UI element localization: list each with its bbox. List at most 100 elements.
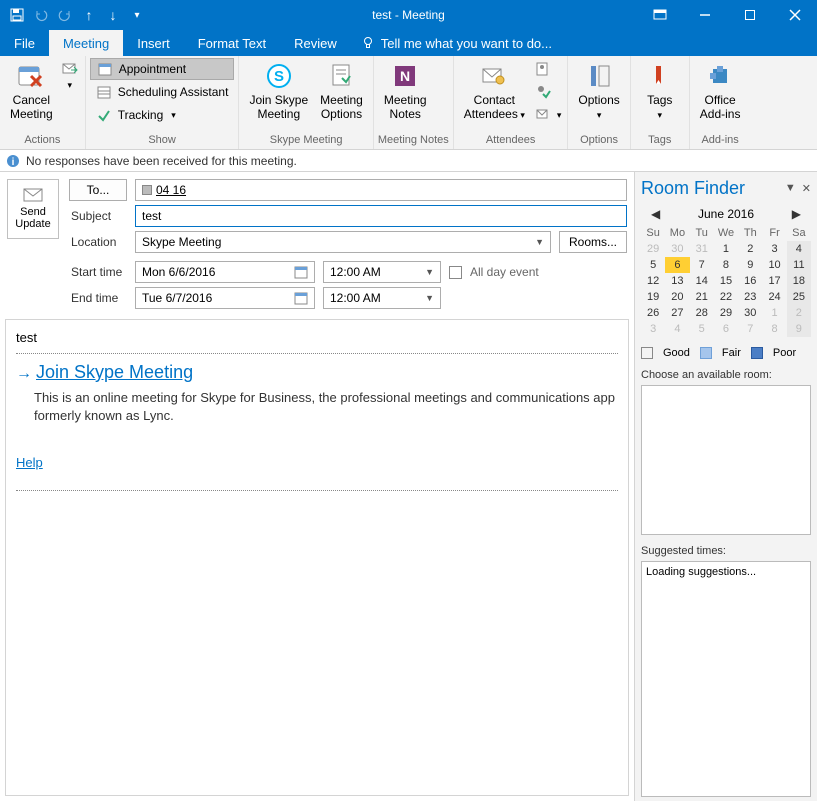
tell-me-search[interactable]: Tell me what you want to do...: [351, 30, 552, 56]
calendar-day[interactable]: 3: [762, 241, 786, 257]
calendar-day[interactable]: 5: [690, 321, 714, 337]
envelope-icon: [23, 188, 43, 202]
calendar-day[interactable]: 22: [714, 289, 738, 305]
calendar-day[interactable]: 12: [641, 273, 665, 289]
calendar-day[interactable]: 29: [714, 305, 738, 321]
close-button[interactable]: [772, 0, 817, 30]
calendar-day[interactable]: 19: [641, 289, 665, 305]
save-icon[interactable]: [6, 4, 28, 26]
calendar-day[interactable]: 6: [665, 257, 689, 273]
minimize-button[interactable]: [682, 0, 727, 30]
cancel-meeting-button[interactable]: Cancel Meeting: [4, 58, 59, 124]
calendar-day[interactable]: 7: [738, 321, 762, 337]
calendar-day[interactable]: 8: [762, 321, 786, 337]
prev-item-icon[interactable]: ↑: [78, 4, 100, 26]
meeting-options-button[interactable]: Meeting Options: [314, 58, 369, 124]
calendar-day[interactable]: 29: [641, 241, 665, 257]
calendar-day[interactable]: 23: [738, 289, 762, 305]
calendar-day[interactable]: 10: [762, 257, 786, 273]
calendar-day[interactable]: 7: [690, 257, 714, 273]
calendar-day[interactable]: 13: [665, 273, 689, 289]
calendar-day[interactable]: 30: [665, 241, 689, 257]
next-item-icon[interactable]: ↓: [102, 4, 124, 26]
check-names-button[interactable]: [533, 81, 564, 103]
qat-customize-icon[interactable]: ▾: [126, 4, 148, 26]
tab-format-text[interactable]: Format Text: [184, 30, 280, 56]
tracking-button[interactable]: Tracking ▾: [90, 104, 235, 126]
location-field[interactable]: Skype Meeting▼: [135, 231, 551, 253]
calendar-day[interactable]: 5: [641, 257, 665, 273]
calendar-day[interactable]: 6: [714, 321, 738, 337]
prev-month-button[interactable]: ◀: [651, 207, 660, 221]
redo-icon[interactable]: [54, 4, 76, 26]
calendar-day[interactable]: 14: [690, 273, 714, 289]
cancel-meeting-icon: [15, 60, 47, 92]
calendar-day[interactable]: 3: [641, 321, 665, 337]
calendar-day[interactable]: 20: [665, 289, 689, 305]
rooms-button[interactable]: Rooms...: [559, 231, 627, 253]
send-label: Send Update: [15, 206, 50, 230]
calendar-day[interactable]: 16: [738, 273, 762, 289]
tab-meeting[interactable]: Meeting: [49, 30, 123, 56]
loading-text: Loading suggestions...: [646, 566, 756, 578]
join-skype-button[interactable]: S Join Skype Meeting: [243, 58, 314, 124]
office-addins-button[interactable]: Office Add-ins: [694, 58, 747, 124]
start-date-field[interactable]: Mon 6/6/2016: [135, 261, 315, 283]
calendar-day[interactable]: 17: [762, 273, 786, 289]
calendar-day[interactable]: 4: [787, 241, 811, 257]
room-list[interactable]: [641, 385, 811, 535]
subject-input[interactable]: [142, 209, 620, 223]
tab-insert[interactable]: Insert: [123, 30, 184, 56]
ribbon-display-icon[interactable]: [637, 0, 682, 30]
calendar-day[interactable]: 2: [787, 305, 811, 321]
calendar-day[interactable]: 15: [714, 273, 738, 289]
calendar-day[interactable]: 1: [714, 241, 738, 257]
pane-close-icon[interactable]: ✕: [802, 182, 811, 195]
end-time-field[interactable]: 12:00 AM▼: [323, 287, 441, 309]
calendar-day[interactable]: 21: [690, 289, 714, 305]
calendar-day[interactable]: 25: [787, 289, 811, 305]
calendar-day[interactable]: 1: [762, 305, 786, 321]
calendar-day[interactable]: 27: [665, 305, 689, 321]
calendar-day[interactable]: 18: [787, 273, 811, 289]
calendar-day[interactable]: 26: [641, 305, 665, 321]
all-day-checkbox[interactable]: [449, 266, 462, 279]
pane-options-icon[interactable]: ▼: [785, 182, 796, 195]
calendar-day[interactable]: 9: [738, 257, 762, 273]
meeting-body[interactable]: test →Join Skype Meeting This is an onli…: [5, 319, 629, 796]
contact-attendees-button[interactable]: Contact Attendees ▾: [458, 58, 531, 124]
calendar-day[interactable]: 4: [665, 321, 689, 337]
info-icon: i: [6, 154, 20, 168]
info-bar: i No responses have been received for th…: [0, 150, 817, 172]
calendar-day[interactable]: 24: [762, 289, 786, 305]
calendar-day[interactable]: 8: [714, 257, 738, 273]
tab-file[interactable]: File: [0, 30, 49, 56]
appointment-button[interactable]: Appointment: [90, 58, 235, 80]
tab-review[interactable]: Review: [280, 30, 351, 56]
calendar-day[interactable]: 30: [738, 305, 762, 321]
start-time-field[interactable]: 12:00 AM▼: [323, 261, 441, 283]
undo-icon[interactable]: [30, 4, 52, 26]
address-book-button[interactable]: [533, 58, 564, 80]
calendar-day[interactable]: 31: [690, 241, 714, 257]
join-skype-link[interactable]: Join Skype Meeting: [36, 362, 193, 382]
scheduling-assistant-button[interactable]: Scheduling Assistant: [90, 81, 235, 103]
suggested-times-list[interactable]: Loading suggestions...: [641, 561, 811, 797]
calendar-day[interactable]: 2: [738, 241, 762, 257]
send-update-button[interactable]: Send Update: [7, 179, 59, 239]
subject-field[interactable]: [135, 205, 627, 227]
help-link[interactable]: Help: [16, 455, 43, 470]
to-field[interactable]: 04 16: [135, 179, 627, 201]
meeting-notes-button[interactable]: N Meeting Notes: [378, 58, 433, 124]
calendar-day[interactable]: 28: [690, 305, 714, 321]
calendar-day[interactable]: 11: [787, 257, 811, 273]
actions-more-button[interactable]: ▾: [59, 58, 81, 93]
end-date-field[interactable]: Tue 6/7/2016: [135, 287, 315, 309]
maximize-button[interactable]: [727, 0, 772, 30]
to-button[interactable]: To...: [69, 179, 127, 201]
calendar-day[interactable]: 9: [787, 321, 811, 337]
tags-button[interactable]: Tags▾: [635, 58, 685, 124]
response-options-button[interactable]: ▾: [533, 104, 564, 126]
options-button[interactable]: Options▾: [572, 58, 625, 124]
next-month-button[interactable]: ▶: [792, 207, 801, 221]
